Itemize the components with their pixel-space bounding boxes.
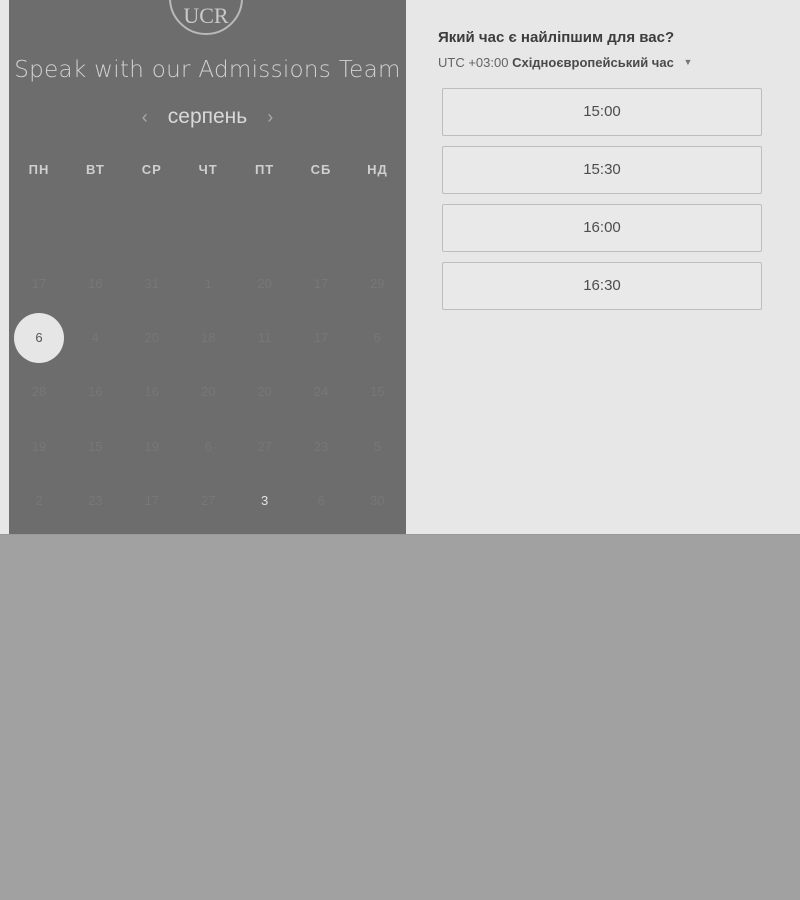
- calendar-day: 20: [257, 384, 272, 400]
- calendar-day: 20: [257, 276, 272, 291]
- calendar-day: 20: [352, 530, 402, 534]
- calendar-day: 15: [370, 384, 385, 400]
- calendar-day: 16: [88, 276, 103, 291]
- timezone-name: Східноєвропейський час: [512, 55, 674, 70]
- calendar-day: 28: [31, 384, 47, 400]
- caret-down-icon: ▼: [683, 57, 693, 67]
- calendar-day: 15: [88, 438, 103, 454]
- calendar-day: 18: [200, 330, 216, 346]
- calendar-day: 25: [70, 530, 120, 534]
- calendar-day: 6: [317, 492, 325, 508]
- calendar-day: 15: [183, 530, 233, 534]
- calendar-day: 16: [144, 384, 160, 400]
- calendar-day: 2: [35, 492, 43, 508]
- timezone-select[interactable]: UTC +03:00 Східноєвропейський час ▼: [438, 55, 692, 70]
- time-slot-button[interactable]: 15:00: [442, 88, 762, 136]
- calendar-day-selected[interactable]: 6: [14, 313, 64, 364]
- calendar-day: 23: [88, 492, 103, 508]
- calendar-day: 17: [313, 330, 329, 346]
- calendar-day: 1: [204, 276, 212, 291]
- calendar-day: 17: [31, 276, 47, 291]
- calendar-day: 31: [144, 276, 160, 291]
- calendar-day: 30: [370, 492, 385, 508]
- calendar-day: 19: [144, 438, 160, 454]
- scheduling-widget: UCR Speak with our Admissions Team ‹ сер…: [0, 0, 800, 535]
- calendar-day: 27: [200, 492, 216, 508]
- timezone-offset: UTC +03:00: [438, 55, 509, 70]
- calendar-day: 20: [200, 384, 216, 400]
- calendar-day: 29: [370, 276, 385, 291]
- calendar-day: 15: [240, 530, 290, 534]
- calendar-day: 27: [257, 438, 272, 454]
- time-panel: Який час є найліпшим для вас? UTC +03:00…: [406, 0, 800, 534]
- calendar-day: 5: [373, 438, 381, 454]
- calendar-day: 20: [144, 330, 160, 346]
- calendar-day: 24: [127, 530, 177, 534]
- calendar-panel: UCR Speak with our Admissions Team ‹ сер…: [9, 0, 406, 534]
- calendar-day: 11: [257, 330, 272, 346]
- calendar-day: 24: [296, 530, 346, 534]
- calendar-day: 4: [91, 330, 99, 346]
- calendar-day: 19: [31, 438, 47, 454]
- calendar-day: 23: [313, 438, 329, 454]
- calendar-day: 6: [373, 330, 381, 346]
- time-slot-button[interactable]: 16:00: [442, 204, 762, 252]
- time-slot-button[interactable]: 15:30: [442, 146, 762, 194]
- time-slot-button[interactable]: 16:30: [442, 262, 762, 310]
- calendar-day: 6: [204, 438, 212, 454]
- calendar-day: 17: [313, 276, 329, 291]
- time-question: Який час є найліпшим для вас?: [438, 29, 675, 46]
- calendar-day: 16: [88, 384, 103, 400]
- calendar-day: 15: [14, 530, 64, 534]
- calendar-grid: 17 16 31 1 20 17 29 6 4 20 18 11 17 6 28 16 16 20 20 24 15 19…: [9, 0, 406, 534]
- calendar-day[interactable]: 3: [240, 476, 290, 526]
- calendar-day: 24: [313, 384, 329, 400]
- calendar-day: 17: [144, 492, 160, 508]
